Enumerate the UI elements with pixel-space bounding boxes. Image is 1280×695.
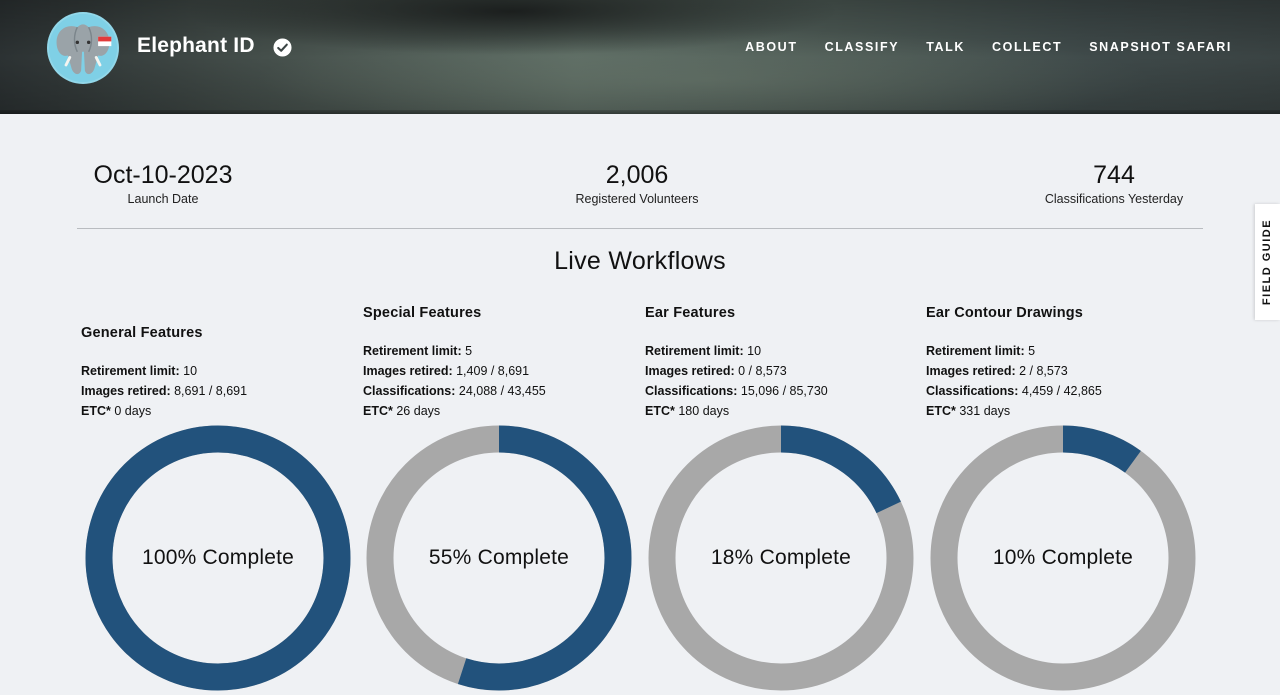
label: Classifications: bbox=[645, 384, 738, 398]
workflow-classifications: Classifications: 15,096 / 85,730 bbox=[645, 381, 915, 401]
value: 10 bbox=[747, 344, 762, 358]
stat-label: Classifications Yesterday bbox=[1044, 192, 1184, 206]
nav-collect[interactable]: COLLECT bbox=[992, 40, 1062, 54]
value: 24,088 / 43,455 bbox=[458, 384, 546, 398]
workflow-retirement-limit: Retirement limit: 5 bbox=[363, 341, 633, 361]
label: Images retired: bbox=[645, 364, 735, 378]
value: 2 / 8,573 bbox=[1019, 364, 1068, 378]
nav-classify[interactable]: CLASSIFY bbox=[825, 40, 900, 54]
value: 1,409 / 8,691 bbox=[456, 364, 530, 378]
stat-launch-date: Oct-10-2023 Launch Date bbox=[63, 160, 263, 206]
label: ETC* bbox=[926, 404, 956, 418]
value: 26 days bbox=[396, 404, 441, 418]
label: ETC* bbox=[81, 404, 111, 418]
label: Images retired: bbox=[363, 364, 453, 378]
progress-donut-general-features: 100% Complete bbox=[85, 425, 351, 691]
workflow-images-retired: Images retired: 0 / 8,573 bbox=[645, 361, 915, 381]
label: Images retired: bbox=[81, 384, 171, 398]
progress-donut-special-features: 55% Complete bbox=[366, 425, 632, 691]
value: 4,459 / 42,865 bbox=[1021, 384, 1102, 398]
field-guide-label: FIELD GUIDE bbox=[1261, 218, 1274, 306]
project-title[interactable]: Elephant ID bbox=[137, 34, 255, 58]
value: 180 days bbox=[678, 404, 730, 418]
label: Classifications: bbox=[926, 384, 1019, 398]
stats-divider bbox=[77, 228, 1203, 229]
verified-badge-icon bbox=[273, 38, 292, 57]
value: 0 / 8,573 bbox=[738, 364, 787, 378]
section-title: Live Workflows bbox=[554, 247, 726, 275]
workflow-general-features: General Features Retirement limit: 10 Im… bbox=[81, 325, 351, 421]
stat-classifications-yesterday: 744 Classifications Yesterday bbox=[1014, 160, 1214, 206]
progress-donut-ear-contour-drawings: 10% Complete bbox=[930, 425, 1196, 691]
nav-about[interactable]: ABOUT bbox=[745, 40, 797, 54]
label: ETC* bbox=[645, 404, 675, 418]
nav-snapshot-safari[interactable]: SNAPSHOT SAFARI bbox=[1089, 40, 1232, 54]
value: 5 bbox=[1028, 344, 1036, 358]
workflow-retirement-limit: Retirement limit: 10 bbox=[645, 341, 915, 361]
workflow-etc: ETC* 331 days bbox=[926, 401, 1196, 421]
workflow-classifications: Classifications: 24,088 / 43,455 bbox=[363, 381, 633, 401]
stat-label: Registered Volunteers bbox=[575, 192, 699, 206]
label: Images retired: bbox=[926, 364, 1016, 378]
value: 10 bbox=[183, 364, 198, 378]
workflow-ear-contour-drawings: Ear Contour Drawings Retirement limit: 5… bbox=[926, 305, 1196, 421]
workflow-images-retired: Images retired: 8,691 / 8,691 bbox=[81, 381, 351, 401]
main-nav: ABOUT CLASSIFY TALK COLLECT SNAPSHOT SAF… bbox=[718, 40, 1232, 54]
label: Retirement limit: bbox=[926, 344, 1025, 358]
value: 5 bbox=[465, 344, 473, 358]
label: Retirement limit: bbox=[81, 364, 180, 378]
label: Classifications: bbox=[363, 384, 456, 398]
project-avatar[interactable] bbox=[47, 12, 119, 84]
workflow-title: General Features bbox=[81, 325, 203, 341]
workflow-special-features: Special Features Retirement limit: 5 Ima… bbox=[363, 305, 633, 421]
stat-label: Launch Date bbox=[127, 192, 199, 206]
nav-talk[interactable]: TALK bbox=[926, 40, 965, 54]
donut-complete-label: 100% Complete bbox=[141, 546, 295, 569]
stat-value: 744 bbox=[1093, 161, 1135, 189]
workflow-title: Ear Features bbox=[645, 305, 736, 321]
project-header: Elephant ID ABOUT CLASSIFY TALK COLLECT … bbox=[0, 0, 1280, 114]
workflow-images-retired: Images retired: 2 / 8,573 bbox=[926, 361, 1196, 381]
stat-value: 2,006 bbox=[605, 161, 669, 189]
workflow-retirement-limit: Retirement limit: 5 bbox=[926, 341, 1196, 361]
workflow-ear-features: Ear Features Retirement limit: 10 Images… bbox=[645, 305, 915, 421]
donut-complete-label: 10% Complete bbox=[992, 546, 1134, 569]
stat-value: Oct-10-2023 bbox=[93, 161, 233, 189]
label: Retirement limit: bbox=[363, 344, 462, 358]
stat-registered-volunteers: 2,006 Registered Volunteers bbox=[537, 160, 737, 206]
workflow-title: Special Features bbox=[363, 305, 482, 321]
field-guide-tab[interactable]: FIELD GUIDE bbox=[1255, 204, 1280, 320]
workflow-etc: ETC* 180 days bbox=[645, 401, 915, 421]
workflow-images-retired: Images retired: 1,409 / 8,691 bbox=[363, 361, 633, 381]
elephant-icon bbox=[49, 14, 117, 82]
value: 15,096 / 85,730 bbox=[740, 384, 828, 398]
progress-donut-ear-features: 18% Complete bbox=[648, 425, 914, 691]
value: 8,691 / 8,691 bbox=[174, 384, 248, 398]
donut-complete-label: 55% Complete bbox=[428, 546, 570, 569]
workflow-classifications: Classifications: 4,459 / 42,865 bbox=[926, 381, 1196, 401]
label: ETC* bbox=[363, 404, 393, 418]
workflow-etc: ETC* 0 days bbox=[81, 401, 351, 421]
donut-complete-label: 18% Complete bbox=[710, 546, 852, 569]
workflow-title: Ear Contour Drawings bbox=[926, 305, 1084, 321]
value: 331 days bbox=[959, 404, 1011, 418]
label: Retirement limit: bbox=[645, 344, 744, 358]
workflow-etc: ETC* 26 days bbox=[363, 401, 633, 421]
workflow-retirement-limit: Retirement limit: 10 bbox=[81, 361, 351, 381]
value: 0 days bbox=[114, 404, 152, 418]
